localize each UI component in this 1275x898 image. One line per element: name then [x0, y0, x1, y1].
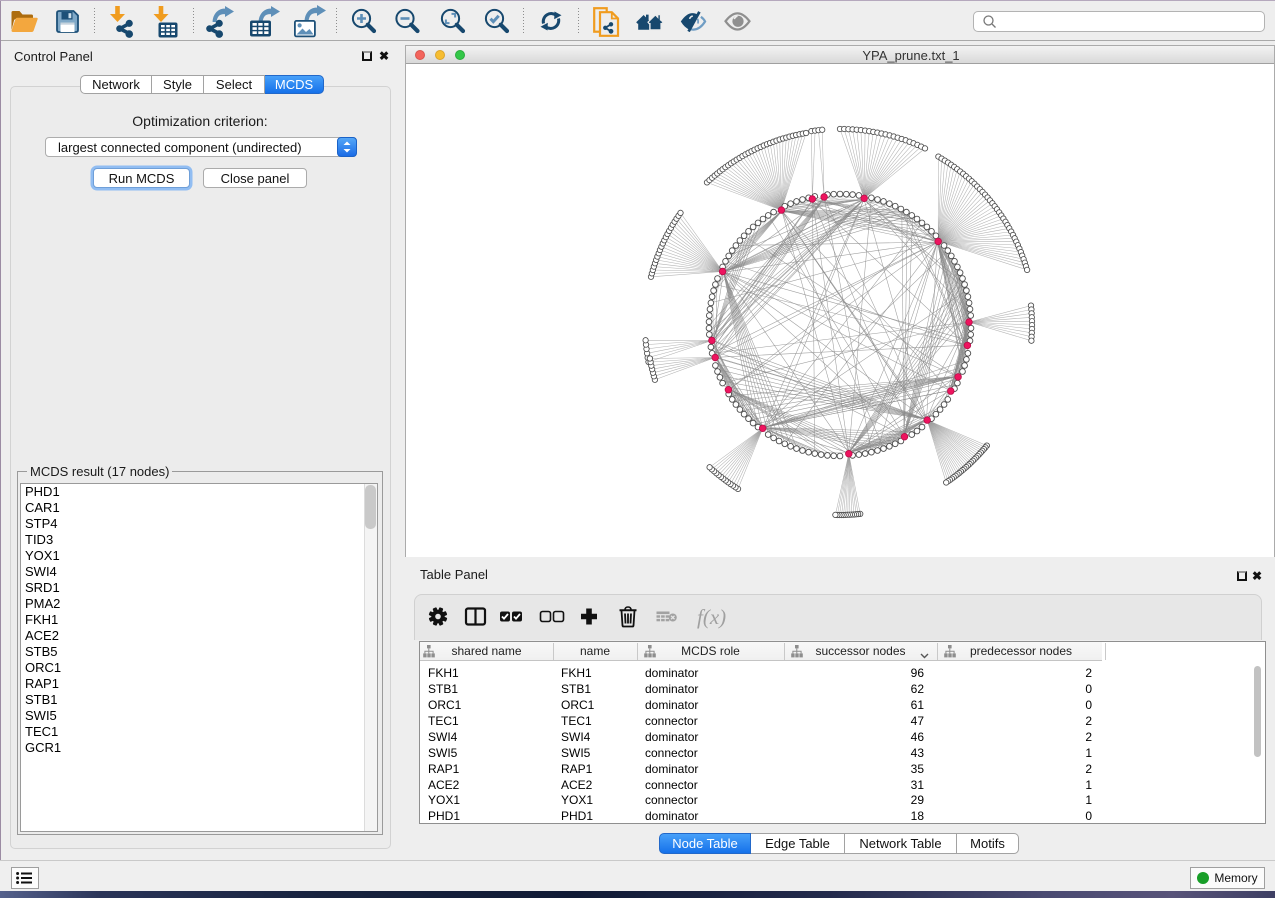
svg-text:f(x): f(x) — [697, 605, 726, 629]
